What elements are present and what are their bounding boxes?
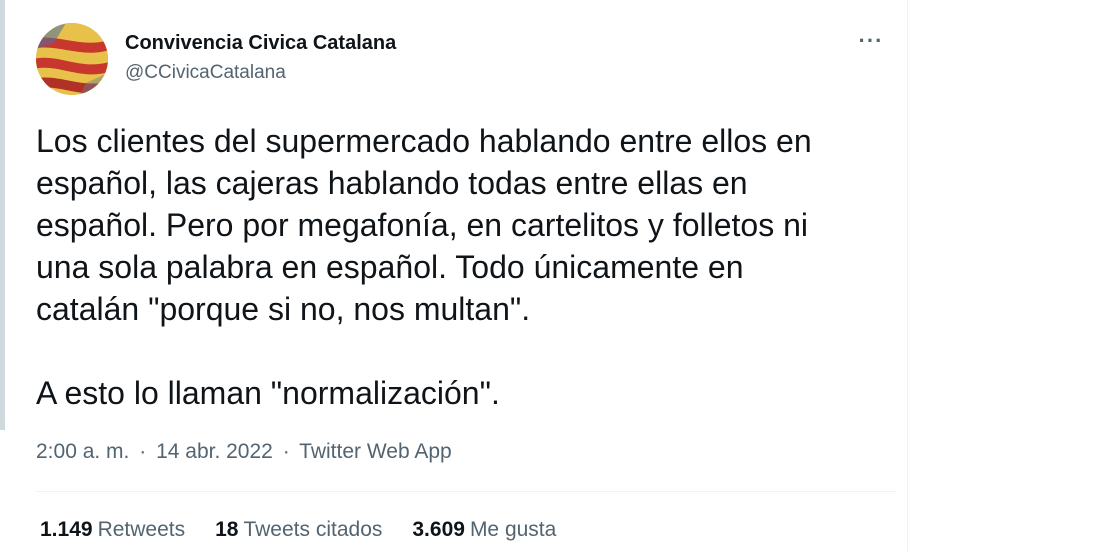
quote-tweets-label: Tweets citados [243,518,383,541]
meta-separator: · [282,440,290,463]
flag-avatar-icon[interactable] [36,23,108,95]
likes-label: Me gusta [469,518,557,541]
tweet-stats: 1.149 Retweets 18 Tweets citados 3.609 Me g… [40,516,556,544]
left-edge-bar [0,0,5,430]
author-block: Convivencia Civica Catalana @CCivicaCata… [125,31,396,85]
retweets-label: Retweets [97,518,186,541]
quote-tweets-count: 18 [215,518,239,541]
more-options-button[interactable]: ··· [854,29,888,53]
tweet-header: Convivencia Civica Catalana @CCivicaCata… [36,23,886,95]
divider [36,491,896,492]
tweet-column: Convivencia Civica Catalana @CCivicaCata… [10,0,908,551]
tweet-date[interactable]: 14 abr. 2022 [156,440,273,463]
page: Convivencia Civica Catalana @CCivicaCata… [0,0,1118,551]
likes-count: 3.609 [412,518,465,541]
quote-tweets-stat[interactable]: 18 Tweets citados [215,516,382,544]
author-display-name[interactable]: Convivencia Civica Catalana [125,31,396,55]
tweet-time[interactable]: 2:00 a. m. [36,440,129,463]
tweet-source[interactable]: Twitter Web App [299,440,452,463]
more-options-icon: ··· [858,28,884,53]
likes-stat[interactable]: 3.609 Me gusta [412,516,556,544]
tweet-text: Los clientes del supermercado hablando e… [36,123,812,411]
meta-separator: · [139,440,147,463]
tweet-meta: 2:00 a. m. · 14 abr. 2022 · Twitter Web … [36,438,452,466]
retweets-stat[interactable]: 1.149 Retweets [40,516,185,544]
author-handle[interactable]: @CCivicaCatalana [125,61,396,85]
retweets-count: 1.149 [40,518,93,541]
